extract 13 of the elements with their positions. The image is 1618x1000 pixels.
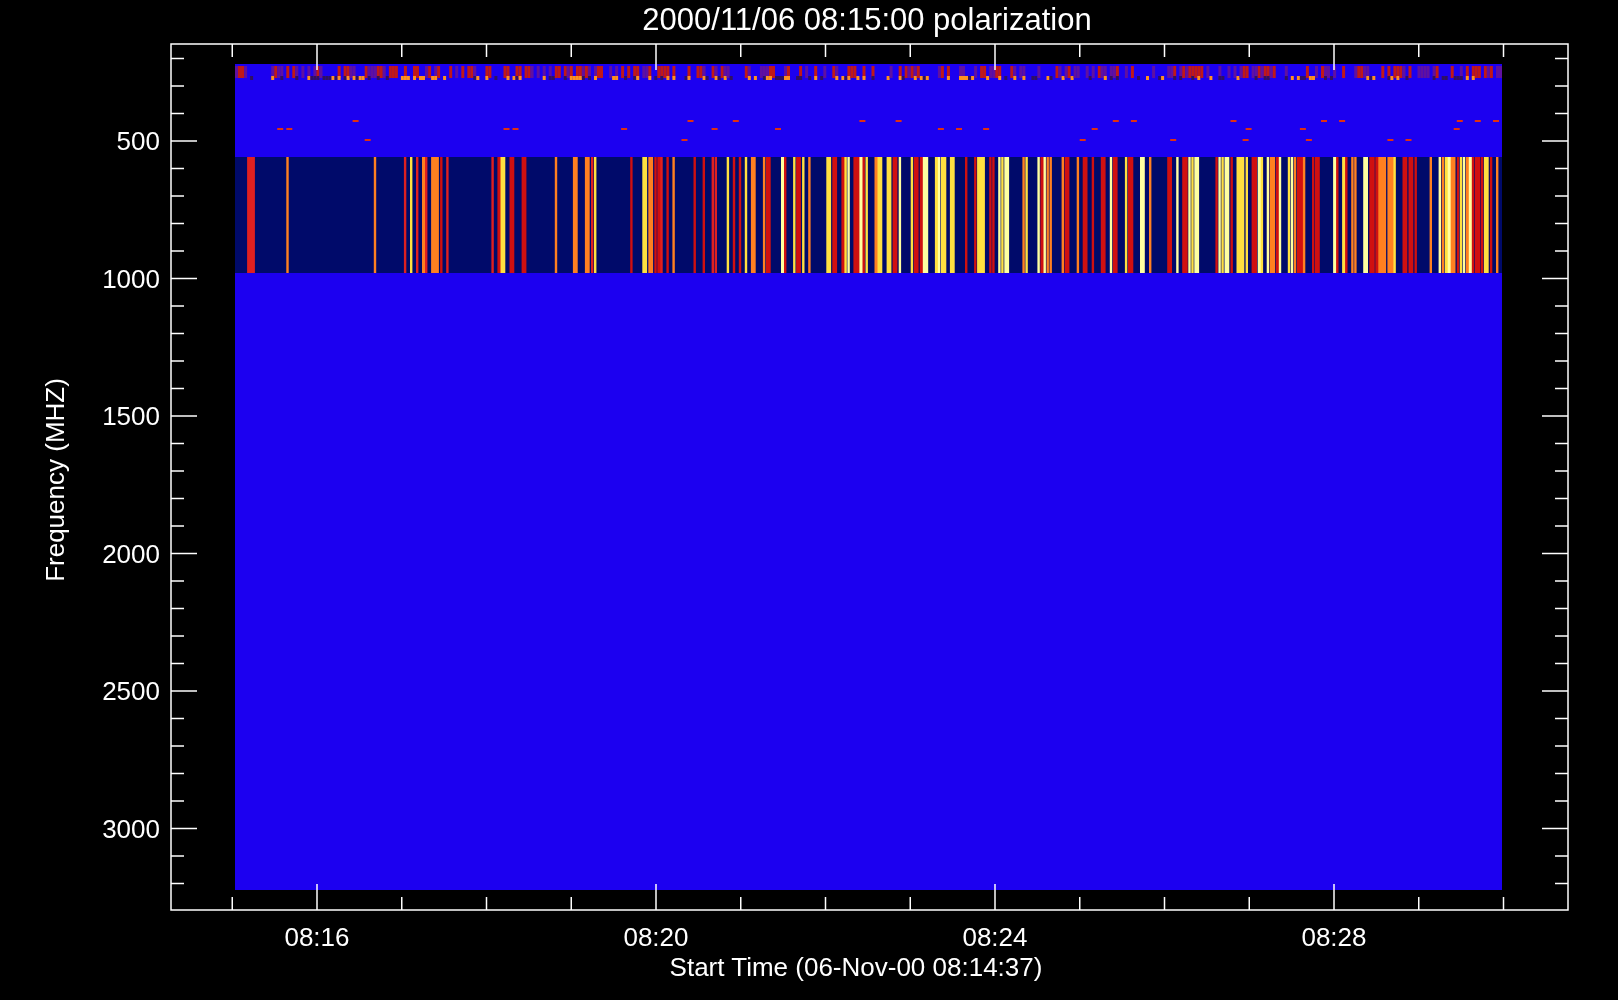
y-tick-label: 1500 [102,401,160,431]
x-tick-label: 08:16 [284,922,350,952]
chart-title: 2000/11/06 08:15:00 polarization [642,2,1092,37]
y-tick-label: 500 [116,126,160,156]
y-axis-label: Frequency (MHZ) [40,378,70,582]
x-tick-label: 08:24 [962,922,1028,952]
x-axis-label: Start Time (06-Nov-00 08:14:37) [669,952,1043,982]
y-tick-label: 1000 [102,263,160,294]
x-tick-label: 08:20 [623,922,689,952]
x-tick-label: 08:28 [1301,922,1367,952]
y-tick-label: 2500 [102,676,160,706]
y-tick-label: 3000 [102,813,160,844]
y-tick-label: 2000 [102,538,160,569]
